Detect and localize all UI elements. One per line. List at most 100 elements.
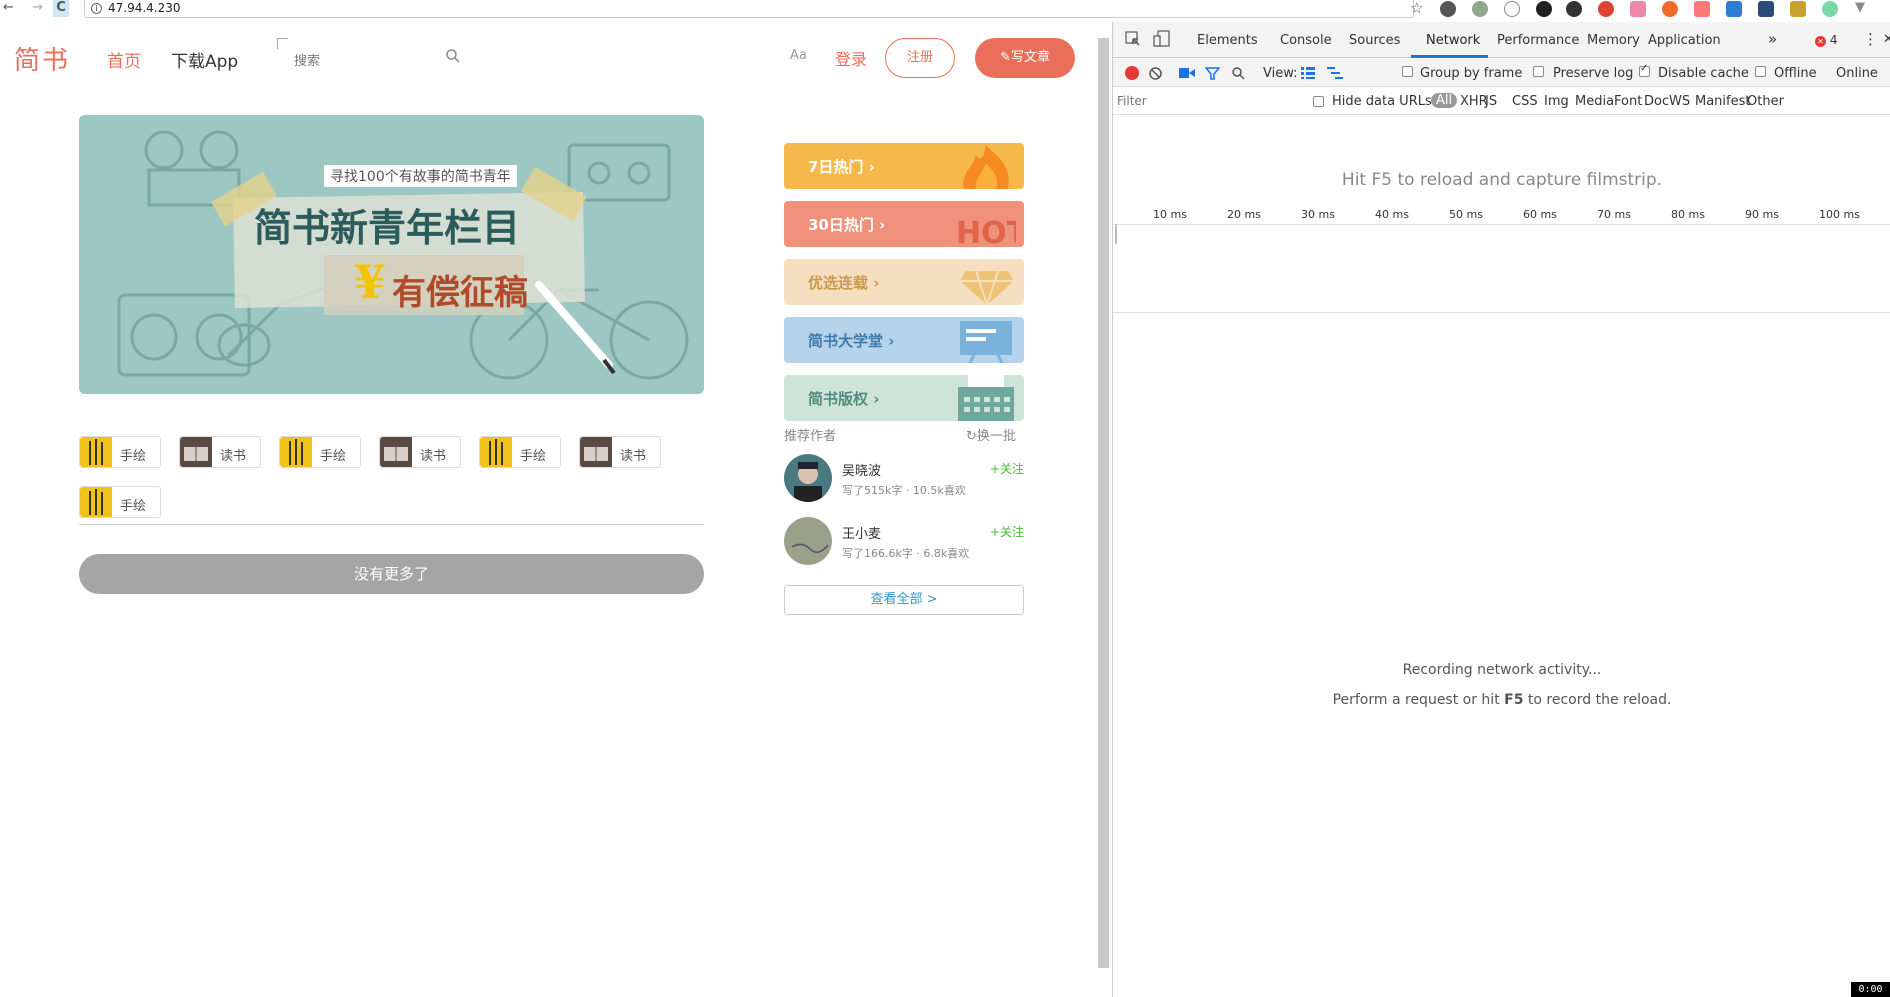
collection-tag[interactable]: 读书 <box>379 436 461 468</box>
collection-tag[interactable]: 手绘 <box>279 436 361 468</box>
search-icon[interactable] <box>445 48 461 64</box>
browser-menu-icon[interactable]: ▼ <box>1855 0 1865 16</box>
filter-type-ws[interactable]: WS <box>1669 94 1690 109</box>
collection-tag[interactable]: 读书 <box>179 436 261 468</box>
inspect-element-icon[interactable] <box>1125 31 1141 47</box>
side-board-label: 简书版权 › <box>808 390 880 408</box>
devtools-tab-console[interactable]: Console <box>1280 33 1332 48</box>
close-devtools-icon[interactable]: ✕ <box>1883 32 1890 47</box>
filter-type-media[interactable]: Media <box>1575 94 1614 109</box>
load-more-button[interactable]: 没有更多了 <box>79 554 704 594</box>
overview-left-marker <box>1115 224 1117 244</box>
collection-tag-label: 手绘 <box>120 499 147 514</box>
side-board-card[interactable]: 简书大学堂 › <box>784 317 1024 363</box>
device-toolbar-icon[interactable] <box>1153 30 1171 48</box>
devtools-tab-elements[interactable]: Elements <box>1197 33 1258 48</box>
capture-screenshots-icon[interactable] <box>1179 67 1195 79</box>
page-scrollbar[interactable] <box>1098 38 1109 968</box>
filter-type-manifest[interactable]: Manifest <box>1695 94 1750 109</box>
recording-status: Recording network activity... <box>1402 662 1602 678</box>
search-input[interactable]: 搜索 <box>277 38 477 78</box>
side-board-card[interactable]: HOT 30日热门 › <box>784 201 1024 247</box>
reload-button[interactable]: C <box>53 0 69 17</box>
collection-tag-label: 手绘 <box>120 449 147 464</box>
author-item[interactable]: 吴晓波 写了515k字 · 10.5k喜欢 +关注 <box>784 454 1024 504</box>
author-avatar[interactable] <box>784 454 832 502</box>
devtools-menu-icon[interactable]: ⋮ <box>1863 30 1878 48</box>
collection-tag[interactable]: 手绘 <box>79 436 161 468</box>
forward-button[interactable]: → <box>32 0 43 16</box>
collection-tag[interactable]: 读书 <box>579 436 661 468</box>
extension-3-icon[interactable] <box>1504 1 1520 17</box>
site-logo[interactable]: 简书 <box>14 40 70 77</box>
offline-checkbox[interactable] <box>1755 66 1766 77</box>
author-name[interactable]: 吴晓波 <box>842 460 881 479</box>
clear-icon[interactable] <box>1148 66 1163 81</box>
font-size-toggle-icon[interactable]: Aa <box>790 48 807 63</box>
extension-8-icon[interactable] <box>1662 1 1678 17</box>
filter-type-other[interactable]: Other <box>1747 94 1784 109</box>
throttling-select[interactable]: Online <box>1836 66 1878 81</box>
extension-7-icon[interactable] <box>1630 1 1646 17</box>
author-name[interactable]: 王小麦 <box>842 523 881 542</box>
devtools-tab-performance[interactable]: Performance <box>1497 33 1579 48</box>
view-all-authors-button[interactable]: 查看全部 > <box>784 585 1024 615</box>
devtools-tab-application[interactable]: Application <box>1648 33 1721 48</box>
disable-cache-checkbox[interactable] <box>1639 63 1650 77</box>
search-network-icon[interactable] <box>1231 66 1246 81</box>
adblock-icon[interactable] <box>1598 1 1614 17</box>
author-item[interactable]: 王小麦 写了166.6k字 · 6.8k喜欢 +关注 <box>784 517 1024 567</box>
filter-type-img[interactable]: Img <box>1544 94 1569 109</box>
record-button-icon[interactable] <box>1125 66 1139 80</box>
error-count: 4 <box>1829 33 1838 47</box>
side-board-card[interactable]: 优选连载 › <box>784 259 1024 305</box>
extension-13-icon[interactable] <box>1822 1 1838 17</box>
follow-button[interactable]: +关注 <box>990 460 1024 477</box>
collection-tag[interactable]: 手绘 <box>79 486 161 518</box>
follow-button[interactable]: +关注 <box>990 523 1024 540</box>
register-button[interactable]: 注册 <box>885 38 955 78</box>
write-article-button[interactable]: ✎写文章 <box>975 38 1075 78</box>
login-link[interactable]: 登录 <box>835 46 867 70</box>
group-by-frame-checkbox[interactable] <box>1402 66 1413 77</box>
bookmark-star-icon[interactable]: ☆ <box>1410 0 1423 16</box>
nav-home-link[interactable]: 首页 <box>107 47 141 72</box>
filter-type-xhr[interactable]: XHR <box>1460 94 1488 109</box>
nav-download-app-link[interactable]: 下载App <box>171 47 238 72</box>
address-bar[interactable]: i 47.94.4.230 <box>84 0 1414 18</box>
refresh-authors-button[interactable]: ↻换一批 <box>966 425 1016 444</box>
extension-9-icon[interactable] <box>1694 1 1710 17</box>
extension-12-icon[interactable] <box>1790 1 1806 17</box>
devtools-tab-sources[interactable]: Sources <box>1349 33 1400 48</box>
filter-type-all[interactable]: All <box>1431 93 1458 108</box>
group-by-frame-label: Group by frame <box>1420 66 1523 81</box>
devtools-tab-network[interactable]: Network <box>1426 33 1480 48</box>
extension-1-icon[interactable] <box>1440 1 1456 17</box>
hide-data-urls-label: Hide data URLs <box>1332 94 1432 109</box>
filter-icon[interactable] <box>1205 66 1220 81</box>
site-info-icon[interactable]: i <box>91 3 102 14</box>
side-board-card[interactable]: 7日热门 › <box>784 143 1024 189</box>
extension-4-icon[interactable] <box>1536 1 1552 17</box>
back-button[interactable]: ← <box>3 0 14 16</box>
filter-type-js[interactable]: JS <box>1485 94 1497 109</box>
error-counter[interactable]: ✕ 4 <box>1815 33 1837 47</box>
more-tabs-button[interactable]: » <box>1768 30 1777 48</box>
extension-5-icon[interactable] <box>1566 1 1582 17</box>
side-board-card[interactable]: 简书版权 › <box>784 375 1024 421</box>
hide-data-urls-checkbox[interactable] <box>1313 96 1324 107</box>
preserve-log-checkbox[interactable] <box>1533 66 1544 77</box>
waterfall-overview-icon[interactable] <box>1327 67 1343 79</box>
filter-type-css[interactable]: CSS <box>1512 94 1538 109</box>
devtools-tab-memory[interactable]: Memory <box>1587 33 1640 48</box>
collection-tag[interactable]: 手绘 <box>479 436 561 468</box>
extension-10-icon[interactable] <box>1726 1 1742 17</box>
filter-type-font[interactable]: Font <box>1614 94 1642 109</box>
filter-type-doc[interactable]: Doc <box>1644 94 1669 109</box>
large-rows-icon[interactable] <box>1301 67 1315 79</box>
extension-2-icon[interactable] <box>1472 1 1488 17</box>
filter-input[interactable] <box>1117 91 1267 111</box>
extension-11-icon[interactable] <box>1758 1 1774 17</box>
author-avatar[interactable] <box>784 517 832 565</box>
banner-carousel[interactable]: 寻找100个有故事的简书青年 简书新青年栏目 ¥ 有偿征稿 <box>79 115 704 394</box>
